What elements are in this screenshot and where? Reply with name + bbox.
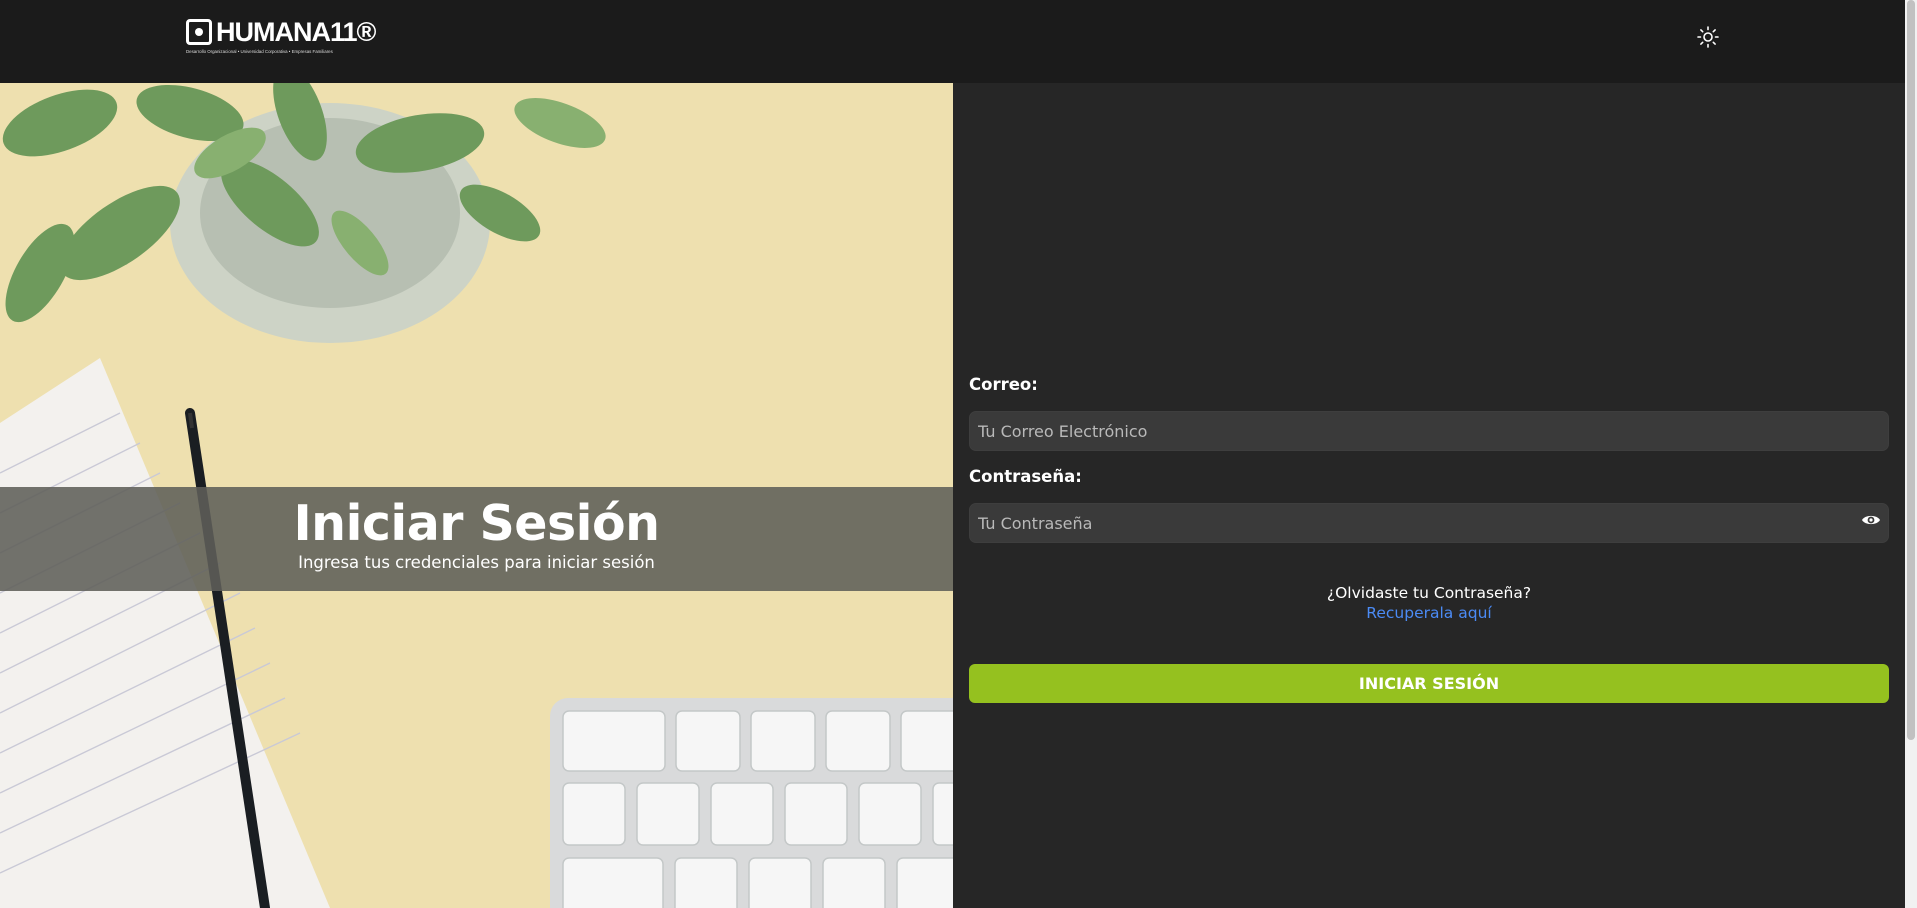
sun-icon bbox=[1697, 26, 1719, 48]
password-label: Contraseña: bbox=[969, 467, 1082, 486]
recover-password-link[interactable]: Recuperala aquí bbox=[969, 604, 1889, 622]
email-label: Correo: bbox=[969, 375, 1038, 394]
scrollbar-thumb[interactable] bbox=[1907, 0, 1915, 740]
page-scrollbar[interactable] bbox=[1905, 0, 1917, 908]
hero-title: Iniciar Sesión bbox=[293, 495, 660, 552]
humana11-logo[interactable]: HUMANA11® Desarrollo Organizacional • Un… bbox=[186, 17, 376, 55]
hero-panel: Iniciar Sesión Ingresa tus credenciales … bbox=[0, 83, 953, 908]
hero-overlay: Iniciar Sesión Ingresa tus credenciales … bbox=[0, 487, 953, 591]
email-field[interactable] bbox=[969, 411, 1889, 451]
hero-subtitle: Ingresa tus credenciales para iniciar se… bbox=[298, 553, 655, 572]
logo-text: HUMANA11® bbox=[216, 17, 376, 47]
toggle-password-visibility-button[interactable] bbox=[1861, 512, 1881, 528]
logo-mark-icon bbox=[186, 19, 212, 45]
theme-toggle-button[interactable] bbox=[1696, 25, 1720, 49]
password-field[interactable] bbox=[969, 503, 1889, 543]
eye-icon bbox=[1862, 515, 1880, 525]
logo-tagline: Desarrollo Organizacional • Universidad … bbox=[186, 49, 333, 54]
forgot-password-text: ¿Olvidaste tu Contraseña? bbox=[1326, 584, 1532, 602]
login-button[interactable]: INICIAR SESIÓN bbox=[969, 664, 1889, 703]
top-navbar: HUMANA11® Desarrollo Organizacional • Un… bbox=[0, 0, 1905, 83]
